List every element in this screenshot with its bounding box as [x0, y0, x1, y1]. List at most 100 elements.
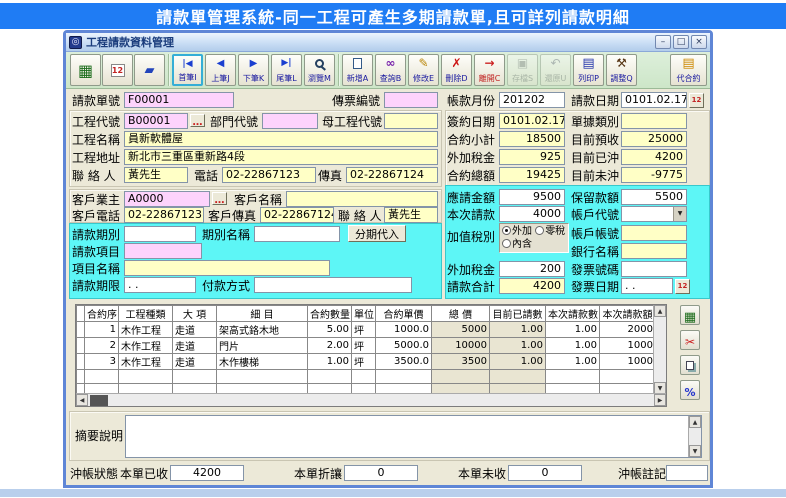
window-titlebar[interactable]: ◎ 工程請款資料管理 – □ ×: [66, 33, 710, 52]
add-button[interactable]: 新增A: [342, 54, 373, 86]
customer-phone-field[interactable]: 02-22867123: [124, 207, 204, 223]
col-contract-qty[interactable]: 合約數量: [307, 305, 352, 322]
save-button[interactable]: 存檔S: [507, 54, 538, 86]
received-field[interactable]: 4200: [170, 465, 244, 481]
grid-cut-button[interactable]: [680, 330, 700, 350]
delete-button[interactable]: 刪除D: [441, 54, 472, 86]
contract-subtotal-field[interactable]: 18500: [499, 131, 565, 147]
col-unit-price[interactable]: 合約單價: [375, 305, 432, 322]
request-date-field[interactable]: 0101.02.17: [621, 92, 687, 108]
previous-record-button[interactable]: 上筆J: [205, 54, 236, 86]
period-name-field[interactable]: [254, 226, 340, 242]
customer-code-field[interactable]: A0000: [124, 191, 210, 207]
scroll-down-icon[interactable]: ▼: [689, 445, 701, 457]
project-lookup-button[interactable]: …: [190, 114, 205, 128]
account-month-field[interactable]: 201202: [499, 92, 565, 108]
vat-radio-addon[interactable]: 外加: [502, 226, 532, 237]
doc-type-field[interactable]: [621, 113, 687, 129]
col-major-item[interactable]: 大 項: [172, 305, 217, 322]
request-date-calendar-button[interactable]: 12: [689, 93, 704, 108]
scroll-right-icon[interactable]: ▶: [654, 394, 666, 406]
dropdown-arrow-icon[interactable]: ▼: [673, 207, 686, 221]
invoice-date-field[interactable]: . .: [621, 278, 673, 294]
account-code-dropdown[interactable]: ▼: [621, 206, 687, 222]
book-button[interactable]: [134, 54, 165, 86]
period-no-field[interactable]: [124, 226, 196, 242]
bank-name-field[interactable]: [621, 243, 687, 259]
grid-percent-button[interactable]: [680, 380, 700, 400]
dept-code-field[interactable]: [262, 113, 318, 129]
scroll-up-icon[interactable]: ▲: [689, 416, 701, 428]
customer-lookup-button[interactable]: …: [212, 192, 227, 206]
writeoff-note-field[interactable]: [666, 465, 708, 481]
adjust-button[interactable]: 調整Q: [606, 54, 637, 86]
current-billing-field[interactable]: 4000: [499, 206, 565, 222]
retention-field[interactable]: 5500: [621, 189, 687, 205]
grid-horizontal-scrollbar[interactable]: ◀ ▶: [76, 393, 666, 406]
item-name-field[interactable]: [124, 260, 330, 276]
col-total-price[interactable]: 總 價: [431, 305, 490, 322]
tax-addon-field[interactable]: 925: [499, 149, 565, 165]
payment-method-field[interactable]: [254, 277, 412, 293]
account-number-field[interactable]: [621, 225, 687, 241]
col-unit[interactable]: 單位: [351, 305, 376, 322]
col-detail-item[interactable]: 細 目: [216, 305, 308, 322]
next-record-button[interactable]: 下筆K: [238, 54, 269, 86]
customer-name-field[interactable]: [286, 191, 438, 207]
invoice-number-field[interactable]: [621, 261, 687, 277]
grid-vertical-scrollbar[interactable]: ▲ ▼: [653, 305, 666, 394]
scrollbar-thumb[interactable]: [90, 395, 108, 406]
invoice-date-calendar-button[interactable]: 12: [675, 279, 690, 294]
grid-row[interactable]: 3 木作工程 走道 木作樓梯 1.00 坪 3500.0 3500 1.00 1…: [76, 353, 656, 370]
billable-field[interactable]: 9500: [499, 189, 565, 205]
project-address-field[interactable]: 新北市三重區重新路4段: [124, 149, 438, 165]
modify-button[interactable]: 修改E: [408, 54, 439, 86]
billing-item-field[interactable]: [124, 243, 202, 259]
grid-copy-button[interactable]: [680, 355, 700, 375]
not-written-off-field[interactable]: -9775: [621, 167, 687, 183]
print-button[interactable]: 列印P: [573, 54, 604, 86]
voucher-no-field[interactable]: [384, 92, 438, 108]
contract-button[interactable]: 代合約: [670, 54, 707, 86]
first-record-button[interactable]: 首筆I: [172, 54, 203, 86]
summary-textarea[interactable]: ▲ ▼: [125, 415, 702, 458]
calendar-button[interactable]: 12: [102, 54, 133, 86]
vat-radio-zero[interactable]: 零稅: [535, 226, 565, 237]
project-name-field[interactable]: 員新軟體屋: [124, 131, 438, 147]
installment-button[interactable]: 分期代入: [348, 225, 406, 242]
scroll-up-icon[interactable]: ▲: [654, 305, 666, 317]
grid-row[interactable]: 2 木作工程 走道 門片 2.00 坪 5000.0 10000 1.00 1.…: [76, 337, 656, 354]
maximize-button[interactable]: □: [673, 35, 689, 49]
col-current-qty[interactable]: 本次請款數: [545, 305, 600, 322]
customer-fax-field[interactable]: 02-22867124: [260, 207, 334, 223]
billing-total-field[interactable]: 4200: [499, 278, 565, 294]
unpaid-field[interactable]: 0: [508, 465, 582, 481]
sign-date-field[interactable]: 0101.02.17: [499, 113, 565, 129]
summary-scrollbar[interactable]: ▲ ▼: [688, 416, 701, 457]
col-billed-qty[interactable]: 目前已請數: [489, 305, 546, 322]
parent-project-field[interactable]: [384, 113, 438, 129]
col-current-amount[interactable]: 本次請款額: [599, 305, 656, 322]
close-button[interactable]: ×: [691, 35, 707, 49]
deadline-field[interactable]: . .: [124, 277, 196, 293]
minimize-button[interactable]: –: [655, 35, 671, 49]
grid-calc-button[interactable]: [680, 305, 700, 325]
phone-field[interactable]: 02-22867123: [222, 167, 316, 183]
project-code-field[interactable]: B00001: [124, 113, 188, 129]
col-contract-seq[interactable]: 合約序: [84, 305, 119, 322]
scroll-left-icon[interactable]: ◀: [76, 394, 88, 406]
contact2-field[interactable]: 黃先生: [384, 207, 438, 223]
vat-radio-included[interactable]: 內含: [502, 239, 532, 250]
query-button[interactable]: 查詢B: [375, 54, 406, 86]
calculator-button[interactable]: [70, 54, 101, 86]
last-record-button[interactable]: 尾筆L: [271, 54, 302, 86]
grid-row[interactable]: 1 木作工程 走道 架高式鉻木地 5.00 坪 1000.0 5000 1.00…: [76, 321, 656, 338]
browse-button[interactable]: 瀏覽M: [304, 54, 335, 86]
contract-total-field[interactable]: 19425: [499, 167, 565, 183]
allowance-field[interactable]: 0: [344, 465, 418, 481]
fax-field[interactable]: 02-22867124: [346, 167, 438, 183]
undo-button[interactable]: 還原U: [540, 54, 571, 86]
prepaid-field[interactable]: 25000: [621, 131, 687, 147]
grid-empty-row[interactable]: [76, 369, 656, 384]
col-work-type[interactable]: 工程種類: [118, 305, 173, 322]
